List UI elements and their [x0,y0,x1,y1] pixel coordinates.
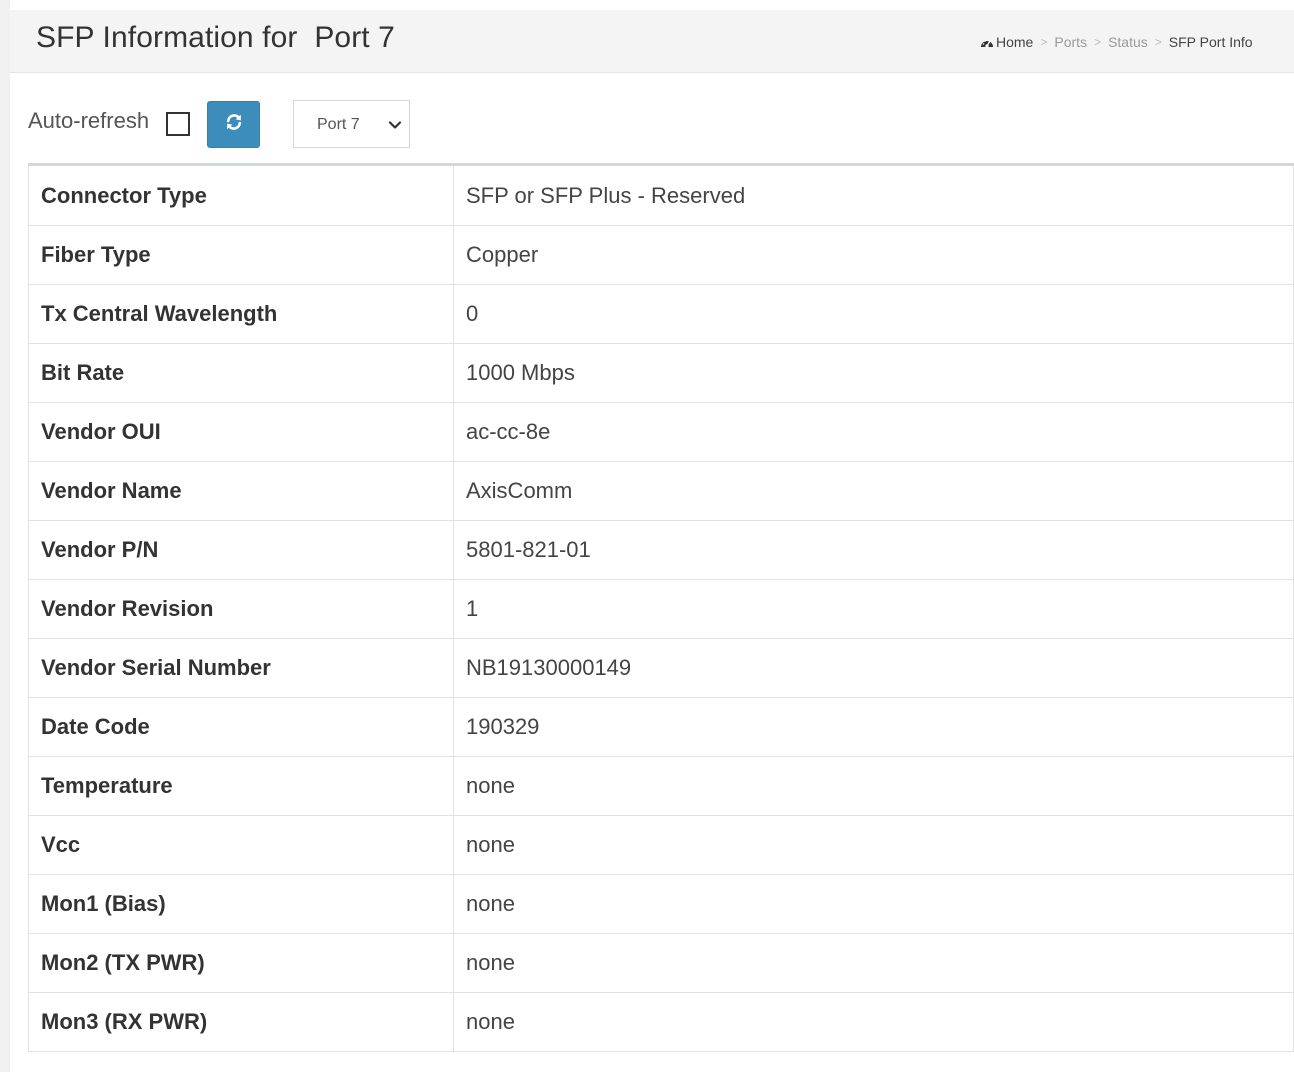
content-header: SFP Information for Port 7 Home > Ports … [10,10,1294,73]
field-label: Vendor Serial Number [28,638,454,698]
refresh-button[interactable] [207,101,260,148]
table-row: Vendor P/N 5801-821-01 [28,520,1294,580]
field-value: 5801-821-01 [453,520,1294,580]
field-label: Connector Type [28,164,454,226]
field-value: Copper [453,225,1294,285]
table-row: Vendor Revision 1 [28,579,1294,639]
port-select[interactable]: Port 7 [293,100,410,148]
field-value: none [453,815,1294,875]
page: SFP Information for Port 7 Home > Ports … [0,0,1294,1072]
breadcrumb-separator: > [1094,35,1102,49]
field-value: NB19130000149 [453,638,1294,698]
field-value: none [453,992,1294,1052]
auto-refresh-checkbox[interactable] [166,112,190,136]
field-label: Mon2 (TX PWR) [28,933,454,993]
table-row: Connector Type SFP or SFP Plus - Reserved [28,164,1294,226]
field-value: 190329 [453,697,1294,757]
field-label: Vendor Revision [28,579,454,639]
field-value: none [453,756,1294,816]
breadcrumb-status-link[interactable]: Status [1108,34,1148,50]
field-label: Temperature [28,756,454,816]
field-value: 0 [453,284,1294,344]
table-row: Vendor Name AxisComm [28,461,1294,521]
field-label: Bit Rate [28,343,454,403]
breadcrumb-ports-link[interactable]: Ports [1054,34,1087,50]
table-row: Vendor Serial Number NB19130000149 [28,638,1294,698]
field-value: AxisComm [453,461,1294,521]
field-value: none [453,933,1294,993]
field-label: Vcc [28,815,454,875]
table-row: Vcc none [28,815,1294,875]
refresh-icon [225,113,243,136]
left-sidebar-edge [0,0,10,1072]
field-value: 1 [453,579,1294,639]
table-row: Tx Central Wavelength 0 [28,284,1294,344]
field-value: 1000 Mbps [453,343,1294,403]
field-value: none [453,874,1294,934]
breadcrumb: Home > Ports > Status > SFP Port Info [980,34,1253,50]
field-label: Vendor Name [28,461,454,521]
field-value: ac-cc-8e [453,402,1294,462]
chevron-down-icon [388,118,402,132]
breadcrumb-separator: > [1154,35,1162,49]
table-row: Fiber Type Copper [28,225,1294,285]
breadcrumb-current: SFP Port Info [1168,34,1253,50]
toolbar: Auto-refresh Port 7 [28,98,428,150]
breadcrumb-home-link[interactable]: Home [996,34,1033,50]
field-label: Mon1 (Bias) [28,874,454,934]
page-title: SFP Information for Port 7 [36,21,395,54]
table-row: Mon3 (RX PWR) none [28,992,1294,1052]
field-label: Vendor OUI [28,402,454,462]
table-row: Bit Rate 1000 Mbps [28,343,1294,403]
table-row: Temperature none [28,756,1294,816]
field-value: SFP or SFP Plus - Reserved [453,164,1294,226]
breadcrumb-separator: > [1040,35,1048,49]
field-label: Date Code [28,697,454,757]
field-label: Vendor P/N [28,520,454,580]
field-label: Mon3 (RX PWR) [28,992,454,1052]
field-label: Tx Central Wavelength [28,284,454,344]
port-select-value: Port 7 [317,116,360,133]
table-row: Vendor OUI ac-cc-8e [28,402,1294,462]
table-row: Date Code 190329 [28,697,1294,757]
field-label: Fiber Type [28,225,454,285]
dashboard-icon [980,36,994,49]
table-row: Mon2 (TX PWR) none [28,933,1294,993]
sfp-info-table: Connector Type SFP or SFP Plus - Reserved… [28,163,1294,1052]
auto-refresh-label: Auto-refresh [28,108,150,133]
table-row: Mon1 (Bias) none [28,874,1294,934]
